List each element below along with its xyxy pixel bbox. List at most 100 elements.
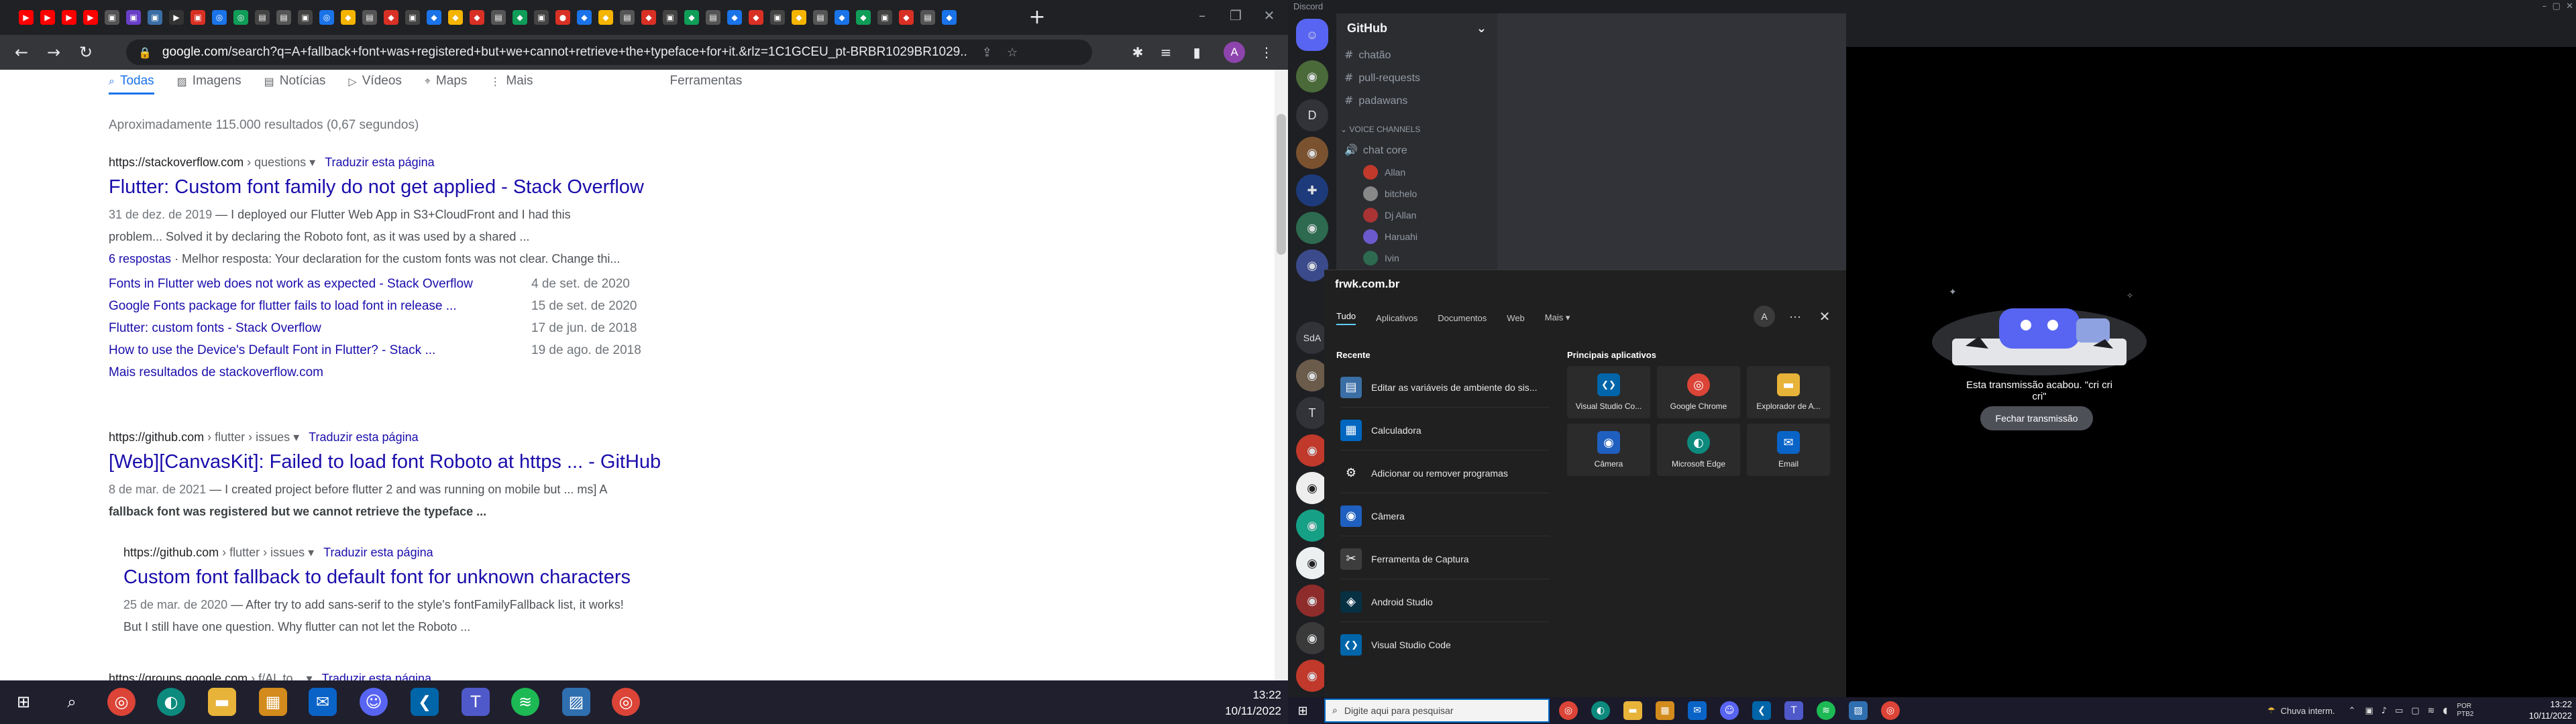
tab-all[interactable]: ⌕ Todas [109, 74, 154, 95]
photos-icon[interactable]: ▨ [1849, 701, 1868, 720]
discord-icon[interactable]: ☺ [360, 688, 388, 716]
result-cite[interactable]: https://groups.google.com › f/AL to... ▾… [109, 672, 712, 680]
recent-item[interactable]: ▦ Calculadora [1340, 410, 1550, 450]
tab-favicon-icon[interactable]: ▤ [620, 10, 635, 25]
chevron-down-icon[interactable]: ▾ [293, 430, 299, 444]
weather-icon[interactable]: ☂ [2267, 706, 2275, 716]
tab-favicon-icon[interactable]: ▣ [877, 10, 892, 25]
mail-icon[interactable]: ✉ [1688, 701, 1707, 720]
extensions-icon[interactable]: ✱ [1127, 42, 1148, 63]
server-icon[interactable]: ◉ [1296, 585, 1328, 617]
voice-channel[interactable]: 🔊 chat core [1344, 143, 1407, 157]
profile-avatar[interactable]: A [1224, 42, 1245, 63]
tab-favicon-icon[interactable]: ▤ [362, 10, 377, 25]
tab-favicon-icon[interactable]: ▤ [813, 10, 828, 25]
teams-icon[interactable]: T [462, 688, 490, 716]
maximize-icon[interactable]: ❐ [1222, 5, 1249, 25]
translate-link[interactable]: Traduzir esta página [325, 156, 434, 169]
server-icon[interactable]: ◉ [1296, 212, 1328, 244]
tab-favicon-icon[interactable]: ◆ [341, 10, 356, 25]
channel-item[interactable]: # pull-requests [1344, 71, 1420, 84]
tray-app-icon[interactable]: ▣ [2365, 706, 2373, 716]
forward-icon[interactable]: → [43, 42, 64, 63]
app-tile[interactable]: ◉ Câmera [1567, 424, 1650, 476]
store-icon[interactable]: ▦ [259, 688, 287, 716]
share-icon[interactable]: ⇪ [982, 46, 992, 60]
weather-text[interactable]: Chuva interm. [2281, 706, 2335, 716]
battery-icon[interactable]: ▭ [2395, 706, 2403, 716]
result-title-link[interactable]: [Web][CanvasKit]: Failed to load font Ro… [109, 451, 712, 473]
translate-link[interactable]: Traduzir esta página [309, 430, 418, 444]
category-header[interactable]: ⌄ VOICE CHANNELS [1340, 125, 1420, 134]
result-cite[interactable]: https://stackoverflow.com › questions ▾ T… [109, 156, 712, 170]
tab-favicon-icon[interactable]: ◆ [641, 10, 656, 25]
chrome-icon[interactable]: ◎ [107, 688, 136, 716]
mail-icon[interactable]: ✉ [309, 688, 337, 716]
tab-favicon-icon[interactable]: ▣ [663, 10, 678, 25]
tab-favicon-icon[interactable]: ◆ [577, 10, 592, 25]
server-icon[interactable]: ◉ [1296, 137, 1328, 169]
voice-user[interactable]: Allan [1363, 165, 1405, 180]
tab-favicon-icon[interactable]: ▣ [191, 10, 205, 25]
tab-favicon-icon[interactable]: ▣ [534, 10, 549, 25]
tab-youtube-icon[interactable]: ▶ [62, 10, 76, 25]
result-title-link[interactable]: Flutter: Custom font family do not get a… [109, 176, 712, 198]
tab-all[interactable]: Tudo [1336, 311, 1356, 325]
folder-icon[interactable]: ▬ [208, 688, 236, 716]
tab-favicon-icon[interactable]: ● [555, 10, 570, 25]
tab-favicon-icon[interactable]: ◆ [749, 10, 763, 25]
translate-link[interactable]: Traduzir esta página [323, 546, 433, 559]
server-icon[interactable]: ◉ [1296, 622, 1328, 654]
tab-favicon-icon[interactable]: ◆ [598, 10, 613, 25]
tab-favicon-icon[interactable]: ▤ [491, 10, 506, 25]
server-icon[interactable]: ◉ [1296, 60, 1328, 93]
answers-link[interactable]: 6 respostas [109, 252, 171, 265]
tab-documents[interactable]: Documentos [1438, 313, 1487, 323]
recent-item[interactable]: ⚙ Adicionar ou remover programas [1340, 453, 1550, 493]
windows-start-icon[interactable]: ⊞ [1293, 701, 1312, 720]
close-icon[interactable]: ✕ [1814, 306, 1835, 327]
tab-news[interactable]: ▤ Notícias [264, 74, 326, 88]
kebab-menu-icon[interactable]: ⋮ [1256, 42, 1277, 63]
channel-item[interactable]: # chatão [1344, 48, 1391, 62]
app-tile[interactable]: ▬ Explorador de A... [1747, 366, 1830, 418]
windows-start-icon[interactable]: ⊞ [9, 688, 38, 716]
server-icon[interactable]: ◉ [1296, 509, 1328, 542]
tab-web[interactable]: Web [1507, 313, 1525, 323]
media-queue-icon[interactable]: ≡ [1155, 42, 1177, 63]
vscode-icon[interactable]: ❮ [1752, 701, 1771, 720]
server-icon[interactable]: ◉ [1296, 547, 1328, 579]
vscode-icon[interactable]: ❮ [411, 688, 439, 716]
tab-favicon-icon[interactable]: ◆ [856, 10, 871, 25]
tab-videos[interactable]: ▷ Vídeos [348, 74, 401, 88]
app-tile[interactable]: ◐ Microsoft Edge [1657, 424, 1740, 476]
tab-favicon-icon[interactable]: ▣ [105, 10, 119, 25]
discord-window-controls[interactable]: – ▢ ✕ [2522, 1, 2573, 11]
tab-favicon-icon[interactable]: ◆ [792, 10, 806, 25]
tab-favicon-icon[interactable]: ▣ [770, 10, 785, 25]
search-icon[interactable]: ⌕ [58, 688, 86, 716]
recent-item[interactable]: ✂ Ferramenta de Captura [1340, 539, 1550, 579]
more-results-link[interactable]: Mais resultados de stackoverflow.com [109, 361, 712, 383]
taskbar-clock[interactable]: 13:22 10/11/2022 [1201, 687, 1281, 719]
tab-favicon-icon[interactable]: ▤ [706, 10, 720, 25]
result-title-link[interactable]: Custom font fallback to default font for… [123, 566, 727, 589]
close-icon[interactable]: ✕ [1256, 5, 1283, 25]
tab-youtube-icon[interactable]: ▶ [40, 10, 55, 25]
teams-icon[interactable]: T [1784, 701, 1803, 720]
store-icon[interactable]: ▦ [1656, 701, 1674, 720]
voice-user[interactable]: Dj Allan [1363, 208, 1416, 223]
server-icon[interactable]: ✚ [1296, 174, 1328, 206]
close-stream-button[interactable]: Fechar transmissão [1980, 406, 2093, 430]
tab-youtube-icon[interactable]: ▶ [83, 10, 98, 25]
edge-icon[interactable]: ◐ [157, 688, 185, 716]
tab-youtube-icon[interactable]: ▶ [19, 10, 34, 25]
chevron-up-icon[interactable]: ⌃ [2349, 706, 2356, 716]
bookmark-star-icon[interactable]: ☆ [1007, 46, 1018, 60]
folder-icon[interactable]: ▬ [1623, 701, 1642, 720]
sublink-label[interactable]: How to use the Device's Default Font in … [109, 339, 531, 361]
server-icon[interactable]: ◉ [1296, 660, 1328, 692]
recent-item[interactable]: ◉ Câmera [1340, 496, 1550, 536]
discord-home-icon[interactable]: ☺ [1296, 19, 1328, 51]
tab-favicon-icon[interactable]: ◆ [727, 10, 742, 25]
